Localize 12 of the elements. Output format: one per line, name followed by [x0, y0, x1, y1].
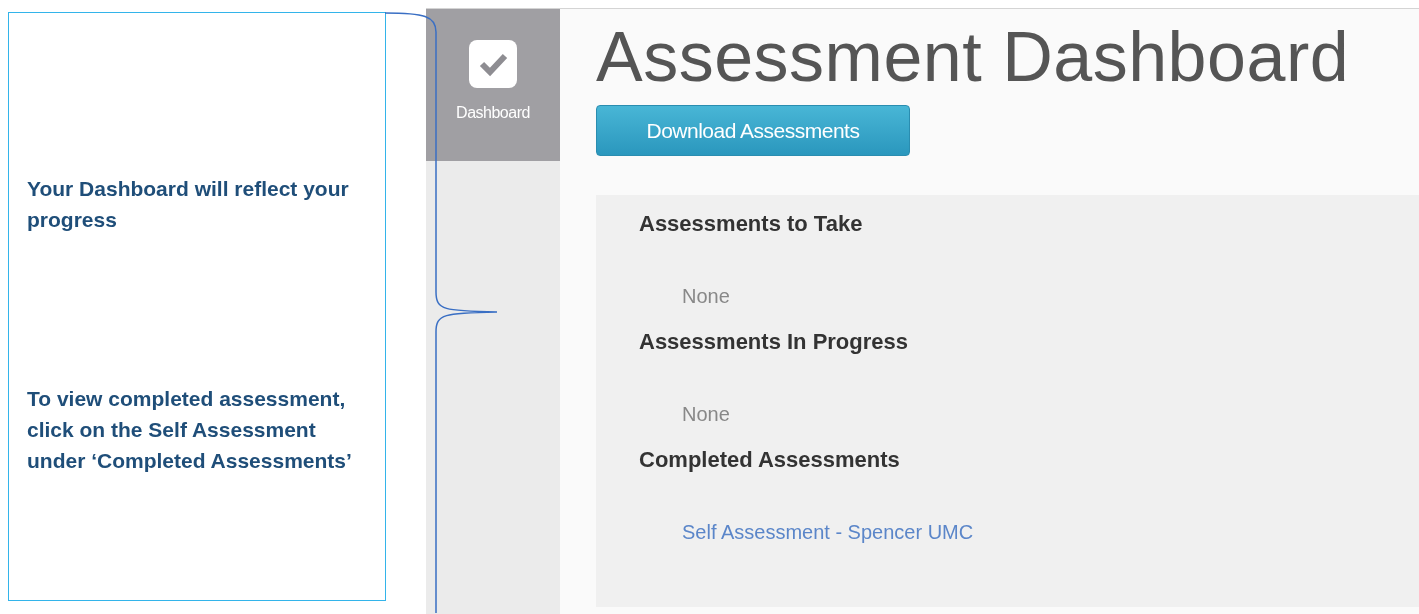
- sidebar-item[interactable]: Dashboard: [426, 9, 560, 161]
- section-heading: Assessments In Progress: [639, 328, 909, 356]
- page-title: Assessment Dashboard: [596, 19, 1351, 95]
- download-button[interactable]: Download Assessments: [596, 105, 910, 156]
- section-heading: Assessments to Take: [639, 210, 863, 238]
- checkbox-icon: [468, 39, 518, 89]
- empty-label: None: [682, 284, 730, 309]
- empty-label: None: [682, 402, 730, 427]
- section-heading: Completed Assessments: [639, 446, 900, 474]
- callout-note: Your Dashboard will reflect your progress: [27, 176, 350, 233]
- callout-note: To view completed assessment, click on the Self Assessment under ‘Completed Assessments’: [27, 386, 353, 474]
- assessment-link[interactable]: Self Assessment - Spencer UMC: [682, 515, 974, 549]
